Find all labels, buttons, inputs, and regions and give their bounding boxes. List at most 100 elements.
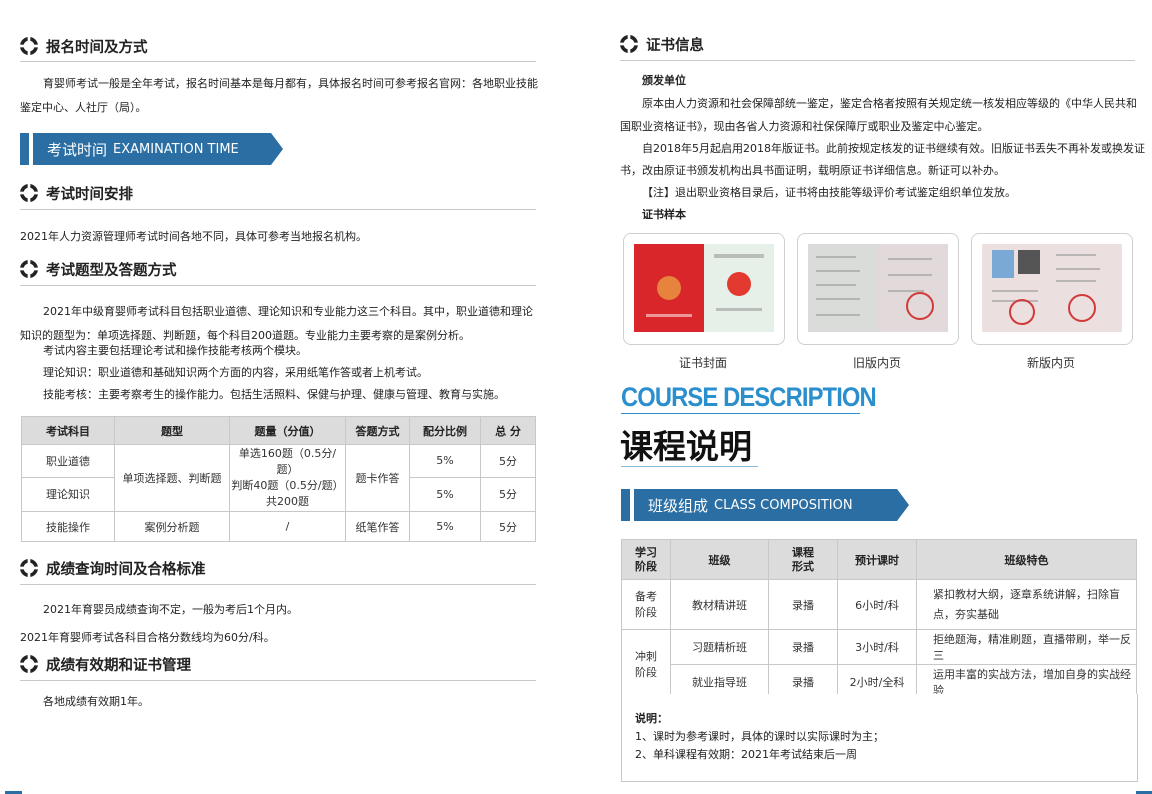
divider — [620, 60, 1135, 61]
divider — [621, 413, 860, 414]
certificate-cover-icon — [634, 244, 774, 332]
section-title: 考试时间安排 — [46, 186, 133, 203]
certificate-old-page-icon — [808, 244, 948, 332]
section-header-validity: 成绩有效期和证书管理 — [20, 652, 191, 676]
cell-total: 5分 — [480, 476, 536, 513]
table-row: 技能操作 案例分析题 / 纸笔作答 5% 5分 — [21, 511, 536, 542]
section-header-format: 考试题型及答题方式 — [20, 257, 177, 281]
cell-method: 题卡作答 — [345, 444, 410, 512]
column-header: 班级特色 — [916, 539, 1137, 580]
table-header-row: 学习 阶段 班级 课程 形式 预计课时 班级特色 — [621, 539, 1137, 580]
notes-line: 2、单科课程有效期：2021年考试结束后一周 — [635, 748, 857, 761]
cell-type: 案例分析题 — [114, 511, 230, 542]
cell-form: 录播 — [768, 629, 838, 665]
cell-total: 5分 — [480, 511, 536, 542]
paragraph: 育婴师考试一般是全年考试，报名时间基本是每月都有，具体报名时间可参考报名官网：各… — [43, 77, 538, 90]
cell-qty: 单选160题（0.5分/题） 判断40题（0.5分/题） 共200题 — [229, 444, 346, 512]
course-title-en: COURSE DESCRIPTION — [621, 382, 877, 412]
paragraph: 国职业资格证书》，现由各省人力资源和社保保障厅或职业及鉴定中心鉴定。 — [620, 120, 989, 133]
subheading-sample: 证书样本 — [642, 208, 686, 221]
paragraph: 2021年人力资源管理师考试时间各地不同，具体可参考当地报名机构。 — [20, 230, 367, 243]
section-bullet-icon — [20, 184, 38, 202]
notes-line: 1、课时为参考课时，具体的课时以实际课时为主； — [635, 730, 884, 743]
column-header: 考试科目 — [21, 416, 115, 445]
cell-class: 教材精讲班 — [670, 579, 769, 630]
table-row: 备考 阶段 教材精讲班 录播 6小时/科 紧扣教材大纲，逐章系统讲解，扫除盲点，… — [621, 579, 1137, 630]
cell-hours: 6小时/科 — [837, 579, 917, 630]
cell-type: 单项选择题、判断题 — [114, 444, 230, 512]
banner-body: 班级组成 CLASS COMPOSITION — [634, 489, 909, 521]
section-title: 成绩查询时间及合格标准 — [46, 561, 206, 578]
divider — [20, 61, 536, 62]
section-title: 报名时间及方式 — [46, 39, 148, 56]
qty-line: 判断40题（0.5分/题） — [231, 479, 344, 492]
section-header-registration: 报名时间及方式 — [20, 34, 148, 58]
section-title: 考试题型及答题方式 — [46, 262, 177, 279]
section-title: 成绩有效期和证书管理 — [46, 657, 191, 674]
section-bullet-icon — [20, 559, 38, 577]
cell-ratio: 5% — [409, 476, 481, 513]
caption: 证书封面 — [678, 356, 727, 370]
table-row: 职业道德 单项选择题、判断题 单选160题（0.5分/题） 判断40题（0.5分… — [21, 444, 536, 512]
paragraph: 理论知识：职业道德和基础知识两个方面的内容，采用纸笔作答或者上机考试。 — [43, 366, 428, 379]
banner-body: 考试时间 EXAMINATION TIME — [33, 133, 283, 165]
paragraph: 自2018年5月起启用2018年版证书。此前按规定核发的证书继续有效。旧版证书丢… — [642, 142, 1145, 155]
column-header: 班级 — [670, 539, 769, 580]
cell-class: 习题精析班 — [670, 629, 769, 665]
paragraph: 2021年育婴员成绩查询不定，一般为考后1个月内。 — [43, 603, 298, 616]
paragraph: 书，改由原证书颁发机构出具书面证明，载明原证书详细信息。新证可以补办。 — [620, 164, 1005, 177]
banner-title-en: CLASS COMPOSITION — [714, 497, 853, 513]
section-header-schedule: 考试时间安排 — [20, 181, 133, 205]
notes-box: 说明： 1、课时为参考课时，具体的课时以实际课时为主； 2、单科课程有效期：20… — [621, 694, 1138, 782]
certificate-cover-image — [623, 233, 785, 345]
certificate-new-page-image — [971, 233, 1133, 345]
certificate-old-page-image — [797, 233, 959, 345]
banner-title-cn: 班级组成 — [648, 496, 709, 515]
section-title: 证书信息 — [646, 37, 704, 54]
paragraph: 【注】退出职业资格目录后，证书将由技能等级评价考试鉴定组织单位发放。 — [642, 186, 1016, 199]
banner-bar — [20, 133, 29, 165]
paragraph: 各地成绩有效期1年。 — [43, 695, 149, 708]
column-header: 配分比例 — [409, 416, 481, 445]
banner-exam-time: 考试时间 EXAMINATION TIME — [20, 133, 283, 165]
cell-subject: 职业道德 — [21, 444, 115, 478]
paragraph: 2021年中级育婴师考试科目包括职业道德、理论知识和专业能力这三个科目。其中，职… — [43, 305, 533, 318]
cell-stage: 冲刺 阶段 — [621, 629, 671, 700]
course-title-cn: 课程说明 — [620, 427, 752, 466]
cell-hours: 3小时/科 — [837, 629, 917, 665]
paragraph: 鉴定中心、人社厅（局）。 — [20, 101, 147, 114]
cell-subject: 理论知识 — [21, 476, 115, 513]
column-header: 学习 阶段 — [621, 539, 671, 580]
qty-line: 单选160题（0.5分/题） — [238, 447, 337, 476]
cell-ratio: 5% — [409, 444, 481, 478]
banner-title-cn: 考试时间 — [47, 140, 108, 159]
cell-qty: / — [229, 511, 346, 542]
cell-ratio: 5% — [409, 511, 481, 542]
banner-class-composition: 班级组成 CLASS COMPOSITION — [621, 489, 909, 521]
section-bullet-icon — [20, 655, 38, 673]
caption: 旧版内页 — [852, 356, 901, 370]
subheading-issuer: 颁发单位 — [642, 74, 686, 87]
table-header-row: 考试科目 题型 题量（分值） 答题方式 配分比例 总 分 — [21, 416, 536, 445]
cell-stage: 备考 阶段 — [621, 579, 671, 630]
cell-total: 5分 — [480, 444, 536, 478]
paragraph: 2021年育婴师考试各科目合格分数线均为60分/科。 — [20, 631, 275, 644]
column-header: 总 分 — [480, 416, 536, 445]
notes-title: 说明： — [635, 712, 668, 725]
divider — [621, 466, 758, 467]
divider — [20, 285, 536, 286]
section-header-certificate: 证书信息 — [620, 32, 704, 56]
section-bullet-icon — [620, 35, 638, 53]
table-row: 冲刺 阶段 习题精析班 录播 3小时/科 拒绝题海，精准刷题，直播带刷，举一反三 — [621, 629, 1137, 700]
section-bullet-icon — [20, 260, 38, 278]
class-table: 学习 阶段 班级 课程 形式 预计课时 班级特色 备考 阶段 教材精讲班 录播 … — [621, 539, 1137, 700]
cell-method: 纸笔作答 — [345, 511, 410, 542]
column-header: 课程 形式 — [768, 539, 838, 580]
cell-subject: 技能操作 — [21, 511, 115, 542]
cell-feature: 拒绝题海，精准刷题，直播带刷，举一反三 — [916, 629, 1137, 665]
divider — [20, 209, 536, 210]
qty-line: 共200题 — [266, 495, 309, 508]
caption: 新版内页 — [1026, 356, 1075, 370]
divider — [20, 680, 536, 681]
banner-title-en: EXAMINATION TIME — [113, 141, 239, 157]
